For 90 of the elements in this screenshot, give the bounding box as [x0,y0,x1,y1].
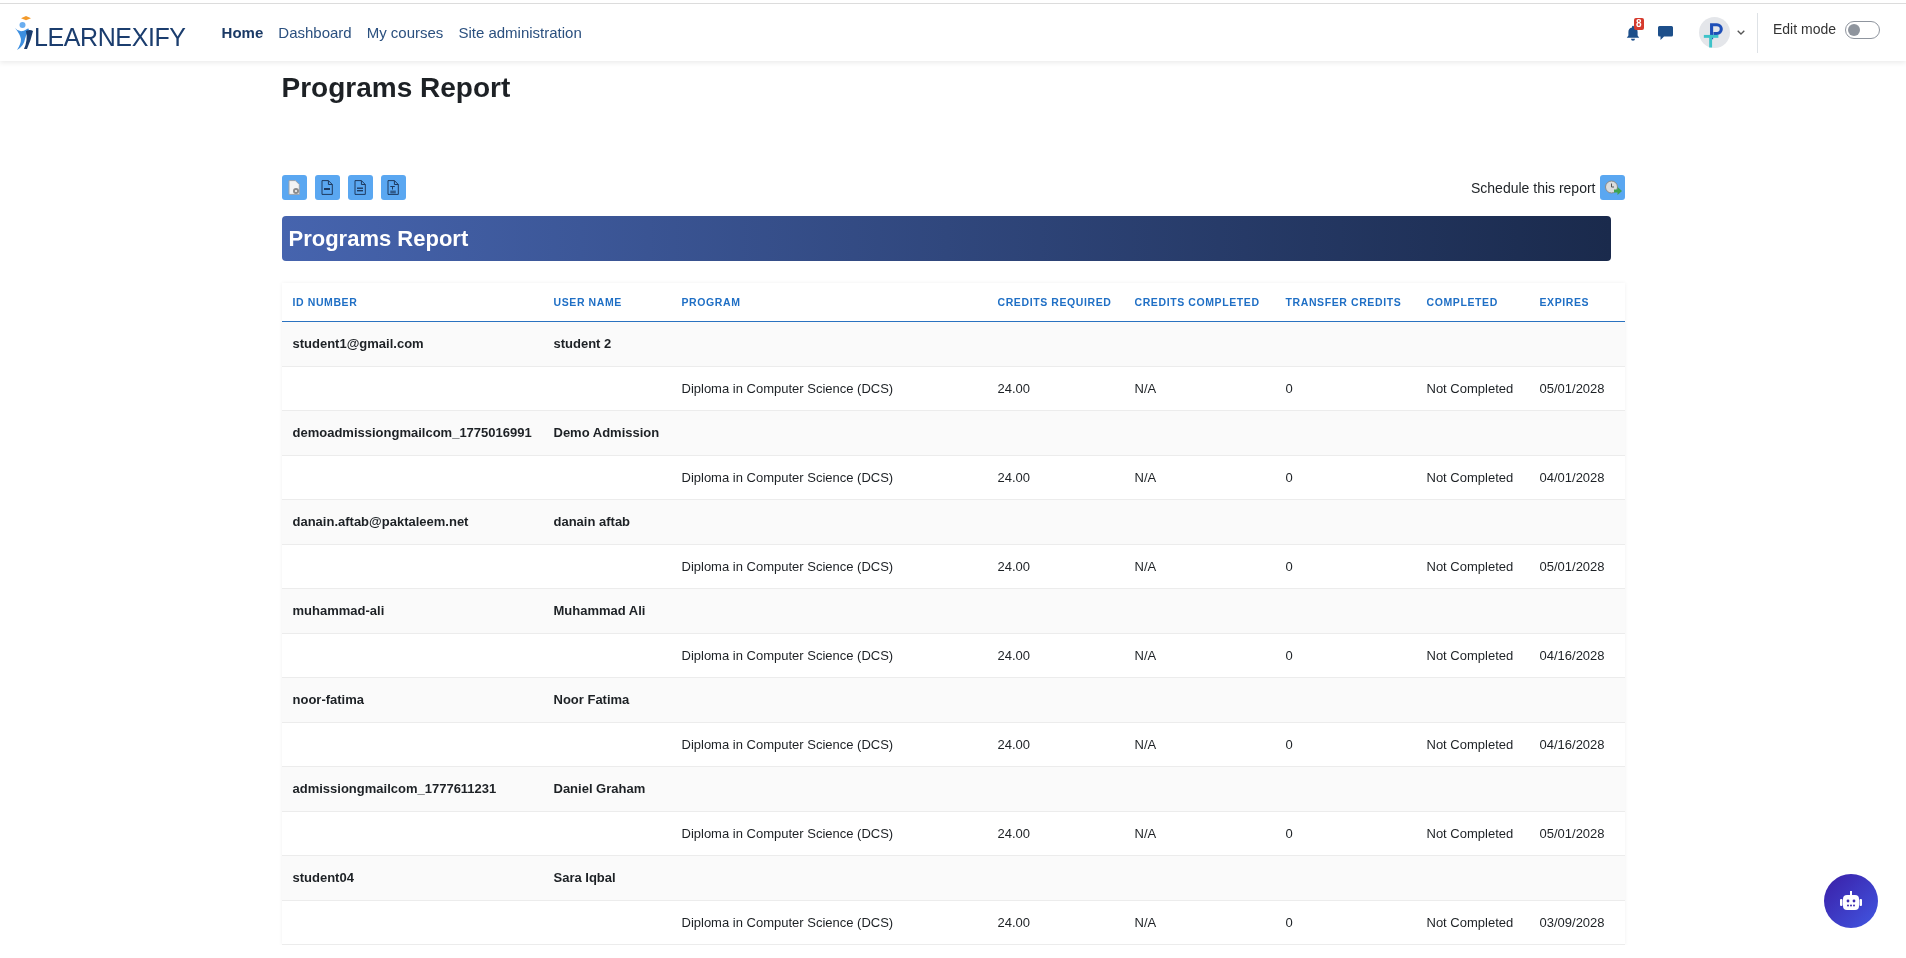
table-cell: 0 [1285,914,1293,930]
table-cell: 04/16/2028 [1539,736,1605,752]
table-cell: Not Completed [1426,825,1514,841]
table-cell: 0 [1285,558,1293,574]
table-cell: Diploma in Computer Science (DCS) [681,914,894,930]
notification-badge: 8 [1633,17,1644,30]
column-header: ID NUMBER [292,296,358,308]
clock-icon [1599,175,1625,200]
table-cell: 05/01/2028 [1539,558,1605,574]
file-gear-icon [288,180,300,195]
table-cell: Diploma in Computer Science (DCS) [681,736,894,752]
table-cell: N/A [1134,736,1157,752]
table-cell: 05/01/2028 [1539,380,1605,396]
table-cell: 05/01/2028 [1539,825,1605,841]
table-cell: student04 [292,870,354,886]
table-cell: 0 [1285,469,1293,485]
table-cell: Sara Iqbal [553,870,616,886]
column-header: COMPLETED [1426,296,1498,308]
export-button[interactable] [314,175,340,200]
robot-icon [1840,891,1862,911]
table-cell: 24.00 [997,825,1031,841]
page-title: Programs Report [281,71,511,105]
column-header: CREDITS COMPLETED [1134,296,1260,308]
table-cell: N/A [1134,825,1157,841]
table-cell: 0 [1285,647,1293,663]
table-cell: Diploma in Computer Science (DCS) [681,647,894,663]
export-button[interactable] [347,175,373,200]
table-cell: N/A [1134,380,1157,396]
edit-mode-label: Edit mode [1772,20,1836,37]
table-cell: Muhammad Ali [553,603,646,619]
table-cell: 24.00 [997,914,1031,930]
nav-link[interactable]: Dashboard [278,24,352,41]
table-cell: Demo Admission [553,425,660,441]
table-cell: noor-fatima [292,692,364,708]
table-cell: N/A [1134,558,1157,574]
chatbot-button[interactable] [1824,874,1878,928]
table-cell: Not Completed [1426,469,1514,485]
table-cell: 24.00 [997,380,1031,396]
nav-link[interactable]: My courses [366,24,444,41]
nav-link[interactable]: Home [221,24,264,41]
column-header: USER NAME [553,296,622,308]
table-cell: Not Completed [1426,914,1514,930]
table-cell: 24.00 [997,558,1031,574]
file-icon [354,180,366,195]
table-cell: danain.aftab@paktaleem.net [292,514,469,530]
avatar-icon [1698,17,1730,48]
table-cell: 0 [1285,380,1293,396]
table-cell: danain aftab [553,514,631,530]
table-cell: 04/16/2028 [1539,647,1605,663]
table-cell: Not Completed [1426,736,1514,752]
report-title-banner: Programs Report [281,216,1611,261]
column-header: CREDITS REQUIRED [997,296,1112,308]
table-cell: N/A [1134,469,1157,485]
logo-text[interactable]: LEARNEXIFY [34,23,186,51]
caret-icon [1736,30,1745,35]
table-cell: Not Completed [1426,647,1514,663]
column-header: PROGRAM [681,296,741,308]
table-cell: admissiongmailcom_1777611231 [292,781,497,797]
person-icon [14,14,34,51]
export-button[interactable] [380,175,406,200]
table-cell: N/A [1134,647,1157,663]
table-cell: muhammad-ali [292,603,385,619]
table-cell: Diploma in Computer Science (DCS) [681,558,894,574]
edit-mode-switch[interactable] [1845,20,1880,39]
table-cell: Diploma in Computer Science (DCS) [681,825,894,841]
table-cell: 0 [1285,736,1293,752]
column-header: EXPIRES [1539,296,1590,308]
table-cell: Daniel Graham [553,781,646,797]
table-cell: 0 [1285,825,1293,841]
column-header: TRANSFER CREDITS [1285,296,1402,308]
table-cell: 04/01/2028 [1539,469,1605,485]
file-icon [321,180,333,195]
chat-icon[interactable] [1657,25,1673,40]
table-cell: N/A [1134,914,1157,930]
table-cell: Diploma in Computer Science (DCS) [681,469,894,485]
table-cell: Diploma in Computer Science (DCS) [681,380,894,396]
table-cell: demoadmissiongmailcom_1775016991 [292,425,532,441]
table-cell: 24.00 [997,736,1031,752]
table-cell: 03/09/2028 [1539,914,1605,930]
table-cell: student1@gmail.com [292,336,424,352]
nav-link[interactable]: Site administration [458,24,582,41]
table-cell: 24.00 [997,647,1031,663]
table-cell: Not Completed [1426,558,1514,574]
table-cell: student 2 [553,336,612,352]
table-cell: Noor Fatima [553,692,630,708]
schedule-report-button[interactable]: Schedule this report [1470,175,1625,200]
table-cell: 24.00 [997,469,1031,485]
table-cell: Not Completed [1426,380,1514,396]
user-menu-button[interactable] [1698,17,1745,48]
file-text-icon [387,180,399,195]
